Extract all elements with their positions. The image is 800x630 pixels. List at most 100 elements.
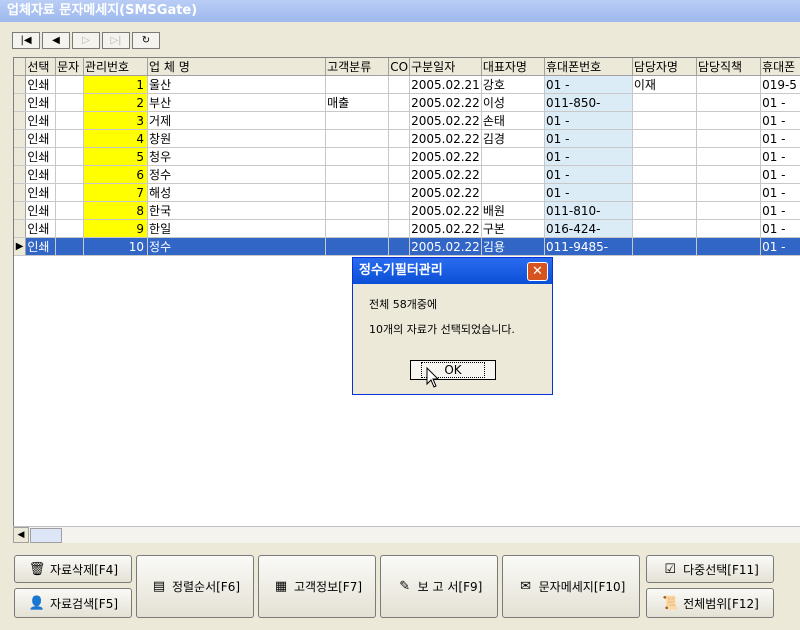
delete-record-button[interactable]: 🗑 자료삭제[F4]	[14, 555, 132, 583]
co-cell[interactable]	[388, 93, 411, 112]
message-cell[interactable]	[55, 201, 84, 220]
class-cell[interactable]	[325, 237, 390, 256]
row-indicator[interactable]	[14, 219, 27, 238]
header-class[interactable]: 고객분류	[325, 58, 390, 76]
position-cell[interactable]	[696, 147, 762, 166]
row-indicator[interactable]	[14, 183, 27, 202]
row-indicator[interactable]	[14, 75, 27, 94]
phone2-cell[interactable]: 01 -	[760, 147, 800, 166]
manager-cell[interactable]	[632, 93, 697, 112]
table-row[interactable]: ▶ 인쇄 10 정수 2005.02.22 김용 011-9485- 01 -	[14, 237, 800, 256]
message-cell[interactable]	[55, 183, 84, 202]
class-cell[interactable]	[325, 111, 390, 130]
phone-cell[interactable]: 011-9485-	[544, 237, 633, 256]
table-row[interactable]: 인쇄 9 한일 2005.02.22 구본 016-424- 01 -	[14, 219, 800, 238]
horizontal-scrollbar[interactable]: ◀	[13, 526, 800, 543]
class-cell[interactable]	[325, 129, 390, 148]
position-cell[interactable]	[696, 201, 762, 220]
manager-cell[interactable]: 이재	[632, 75, 697, 94]
rep-cell[interactable]	[481, 183, 545, 202]
position-cell[interactable]	[696, 93, 762, 112]
id-cell[interactable]: 8	[83, 201, 149, 220]
date-cell[interactable]: 2005.02.22	[409, 129, 482, 148]
id-cell[interactable]: 10	[83, 237, 149, 256]
class-cell[interactable]: 매출	[325, 93, 390, 112]
date-cell[interactable]: 2005.02.22	[409, 93, 482, 112]
phone2-cell[interactable]: 01 -	[760, 183, 800, 202]
manager-cell[interactable]	[632, 165, 697, 184]
phone-cell[interactable]: 01 -	[544, 183, 633, 202]
rep-cell[interactable]: 구본	[481, 219, 545, 238]
phone-cell[interactable]: 01 -	[544, 75, 633, 94]
phone-cell[interactable]: 011-810-	[544, 201, 633, 220]
header-date[interactable]: 구분일자	[409, 58, 482, 76]
select-cell[interactable]: 인쇄	[25, 75, 57, 94]
position-cell[interactable]	[696, 219, 762, 238]
select-cell[interactable]: 인쇄	[25, 183, 57, 202]
company-cell[interactable]: 한일	[147, 219, 327, 238]
message-cell[interactable]	[55, 237, 84, 256]
header-co[interactable]: CO	[388, 58, 411, 76]
header-message[interactable]: 문자	[55, 58, 84, 76]
table-row[interactable]: 인쇄 4 창원 2005.02.22 김경 01 -01 -	[14, 129, 800, 148]
header-rep[interactable]: 대표자명	[481, 58, 545, 76]
manager-cell[interactable]	[632, 129, 697, 148]
close-icon[interactable]: ✕	[527, 262, 548, 281]
table-row[interactable]: 인쇄 8 한국 2005.02.22 배원 011-810- 01 -	[14, 201, 800, 220]
position-cell[interactable]	[696, 237, 762, 256]
table-row[interactable]: 인쇄 6 정수 2005.02.22 01 - 01 -	[14, 165, 800, 184]
manager-cell[interactable]	[632, 201, 697, 220]
row-indicator[interactable]	[14, 93, 27, 112]
position-cell[interactable]	[696, 111, 762, 130]
table-row[interactable]: 인쇄 3 거제 2005.02.22 손태 01 -01 -	[14, 111, 800, 130]
scroll-thumb[interactable]	[30, 528, 62, 543]
row-indicator[interactable]: ▶	[14, 237, 27, 256]
phone-cell[interactable]: 01 -	[544, 111, 633, 130]
phone2-cell[interactable]: 01 -	[760, 201, 800, 220]
id-cell[interactable]: 3	[83, 111, 149, 130]
last-record-button[interactable]: ▷|	[102, 32, 130, 49]
message-cell[interactable]	[55, 219, 84, 238]
id-cell[interactable]: 4	[83, 129, 149, 148]
co-cell[interactable]	[388, 129, 411, 148]
company-cell[interactable]: 부산	[147, 93, 327, 112]
co-cell[interactable]	[388, 201, 411, 220]
header-select[interactable]: 선택	[25, 58, 57, 76]
header-company[interactable]: 업 체 명	[147, 58, 327, 76]
message-cell[interactable]	[55, 93, 84, 112]
header-manager[interactable]: 담당자명	[632, 58, 697, 76]
date-cell[interactable]: 2005.02.22	[409, 165, 482, 184]
phone-cell[interactable]: 01 -	[544, 147, 633, 166]
company-cell[interactable]: 청우	[147, 147, 327, 166]
ok-button[interactable]: OK	[410, 360, 496, 380]
select-cell[interactable]: 인쇄	[25, 111, 57, 130]
select-cell[interactable]: 인쇄	[25, 165, 57, 184]
class-cell[interactable]	[325, 219, 390, 238]
rep-cell[interactable]: 손태	[481, 111, 545, 130]
date-cell[interactable]: 2005.02.22	[409, 237, 482, 256]
rep-cell[interactable]: 배원	[481, 201, 545, 220]
phone-cell[interactable]: 01 -	[544, 129, 633, 148]
row-indicator[interactable]	[14, 147, 27, 166]
select-cell[interactable]: 인쇄	[25, 201, 57, 220]
table-row[interactable]: 인쇄 7 해성 2005.02.22 01 - 01 -	[14, 183, 800, 202]
company-cell[interactable]: 한국	[147, 201, 327, 220]
phone2-cell[interactable]: 019-5	[760, 75, 800, 94]
row-indicator[interactable]	[14, 165, 27, 184]
phone2-cell[interactable]: 01 -	[760, 93, 800, 112]
position-cell[interactable]	[696, 75, 762, 94]
manager-cell[interactable]	[632, 111, 697, 130]
date-cell[interactable]: 2005.02.21	[409, 75, 482, 94]
row-indicator[interactable]	[14, 129, 27, 148]
select-cell[interactable]: 인쇄	[25, 129, 57, 148]
rep-cell[interactable]	[481, 165, 545, 184]
rep-cell[interactable]	[481, 147, 545, 166]
company-cell[interactable]: 정수	[147, 237, 327, 256]
table-row[interactable]: 인쇄 1 울산 2005.02.21 강호 01 - 이재 019-5	[14, 75, 800, 94]
report-button[interactable]: ✎ 보 고 서[F9]	[380, 555, 498, 618]
row-indicator[interactable]	[14, 201, 27, 220]
header-id[interactable]: 관리번호	[83, 58, 149, 76]
id-cell[interactable]: 5	[83, 147, 149, 166]
message-cell[interactable]	[55, 75, 84, 94]
header-phone[interactable]: 휴대폰번호	[544, 58, 633, 76]
